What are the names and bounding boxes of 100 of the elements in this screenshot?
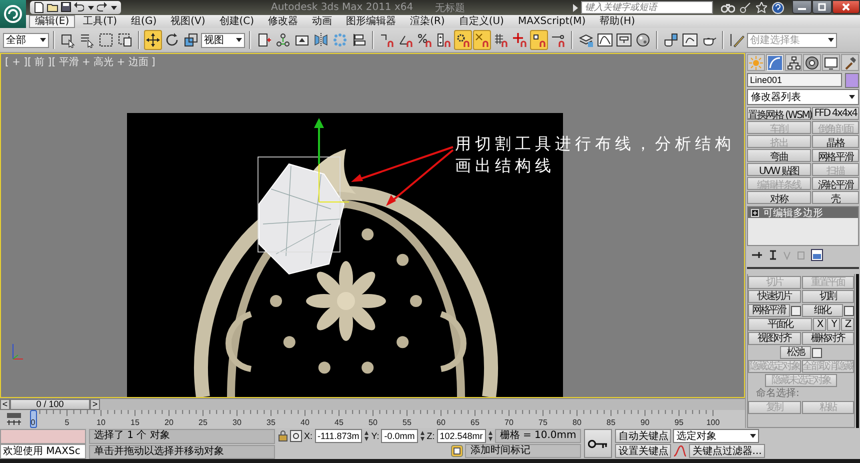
tool-button[interactable]: 切割 <box>802 290 854 303</box>
script-input-field[interactable] <box>0 429 86 444</box>
gear-magnet-button[interactable] <box>454 30 472 50</box>
time-slider-thumb[interactable]: 0 / 100 <box>10 399 90 410</box>
frame-number: 95 <box>674 418 684 427</box>
command-panel-tab[interactable] <box>822 54 840 71</box>
redo-icon[interactable] <box>97 2 107 13</box>
star-icon[interactable] <box>756 2 767 13</box>
modifier-button[interactable]: UVW 贴图 <box>747 163 811 176</box>
pipe-icon[interactable] <box>769 250 777 260</box>
move-gizmo[interactable] <box>314 118 350 202</box>
key-mode-dropdown[interactable]: 选定对象 <box>673 429 760 443</box>
move-button[interactable] <box>144 30 162 50</box>
menu-item[interactable]: 帮助(H) <box>594 15 642 28</box>
modifier-button[interactable]: 弯曲 <box>747 149 811 162</box>
pin-icon[interactable] <box>751 250 763 260</box>
binoculars-icon[interactable] <box>721 2 735 13</box>
menu-item[interactable]: 视图(V) <box>164 15 212 28</box>
target-square-icon[interactable] <box>290 430 302 442</box>
tool-button[interactable]: 快速切片 <box>748 290 800 303</box>
menu-item[interactable]: 工具(T) <box>77 15 124 28</box>
tool-button[interactable]: 平面化 <box>748 318 812 331</box>
new-file-icon[interactable] <box>34 2 44 13</box>
folder-icon[interactable] <box>47 2 58 13</box>
close-button[interactable] <box>832 0 860 14</box>
auto-key-button[interactable]: 自动关键点 <box>615 429 672 443</box>
selection-filter-dropdown[interactable]: 全部 <box>3 32 49 48</box>
menu-item[interactable]: 创建(C) <box>213 15 260 28</box>
modifier-button[interactable]: 壳 <box>812 191 859 204</box>
current-frame-marker <box>30 410 37 428</box>
z-coordinate-field[interactable]: 102.548mr <box>436 429 486 443</box>
menu-item[interactable]: MAXScript(M) <box>512 15 592 28</box>
next-frame-button[interactable]: > <box>90 399 100 410</box>
square-magnet-button[interactable] <box>530 30 548 50</box>
caret-icon[interactable] <box>87 4 94 12</box>
plus-magnet-button[interactable] <box>511 30 529 50</box>
tool-button[interactable]: 栅格对齐 <box>802 332 854 345</box>
caret-icon <box>848 93 855 101</box>
modifier-stack-item[interactable]: 可编辑多边形 <box>748 207 858 218</box>
scrollbar[interactable] <box>856 274 859 428</box>
tool-button[interactable]: 细化 <box>802 304 843 317</box>
caret-icon <box>827 36 834 44</box>
panel-config-icon[interactable] <box>811 249 823 261</box>
tool-button[interactable]: 视图对齐 <box>748 332 800 345</box>
menu-item[interactable]: 渲染(R) <box>404 15 451 28</box>
tool-button[interactable]: 松弛 <box>780 346 811 359</box>
modifier-button[interactable]: 晶格 <box>812 135 859 148</box>
tangent-curve-icon[interactable] <box>673 445 688 457</box>
object-name-field[interactable]: Line001 <box>747 73 842 87</box>
gear-magnet-icon <box>455 32 471 48</box>
save-icon[interactable] <box>61 2 71 13</box>
menu-item[interactable]: 图形编辑器 <box>340 15 402 28</box>
z-label: Z: <box>426 431 435 441</box>
key-filters-button[interactable]: 关键点过滤器... <box>689 444 765 458</box>
square-magnet-icon <box>531 32 547 48</box>
search-field[interactable]: 键入关键字或短语 <box>581 1 713 14</box>
lock-icon[interactable] <box>278 430 288 442</box>
frame-number: 100 <box>706 418 720 427</box>
modifier-button[interactable]: 涡轮平滑 <box>812 177 859 190</box>
app-logo-icon[interactable] <box>3 4 23 24</box>
x-coordinate-field[interactable]: -111.873m <box>314 429 362 443</box>
set-key-button[interactable] <box>584 429 612 458</box>
command-panel-tab[interactable] <box>803 54 822 71</box>
tool-button[interactable]: 网格平滑 <box>748 304 790 317</box>
tool-button[interactable]: X <box>813 318 826 331</box>
settings-button[interactable] <box>790 306 800 316</box>
object-color-swatch[interactable] <box>845 73 859 88</box>
menu-item[interactable]: 自定义(U) <box>452 15 510 28</box>
caret-icon[interactable] <box>110 4 117 12</box>
settings-button[interactable] <box>844 306 854 316</box>
minimize-button[interactable] <box>792 0 812 14</box>
frame-number: 70 <box>504 418 514 427</box>
key-icon[interactable] <box>740 2 751 13</box>
set-key-mode-button[interactable]: 设置关键点 <box>615 444 672 458</box>
undo-icon[interactable] <box>74 2 84 13</box>
caret-icon <box>749 432 756 440</box>
modifier-button[interactable]: FFD 4x4x4 <box>812 107 859 120</box>
time-slider-track[interactable]: < 0 / 100 > <box>0 399 745 410</box>
reference-coordinate-dropdown[interactable]: 视图 <box>201 32 245 48</box>
previous-frame-button[interactable]: < <box>0 399 10 410</box>
expand-arrow-icon[interactable] <box>573 4 578 12</box>
maximize-button[interactable] <box>812 0 832 14</box>
menu-item[interactable]: 修改器 <box>262 15 304 28</box>
settings-button[interactable] <box>812 348 822 358</box>
modifier-list-dropdown[interactable]: 修改器列表 <box>747 89 859 105</box>
faded-check-icon[interactable] <box>783 250 791 260</box>
command-panel-tab[interactable] <box>784 54 802 71</box>
tool-button[interactable]: Y <box>827 318 840 331</box>
modifier-button[interactable]: 置换网格 (WSM) <box>747 107 811 120</box>
modifier-button[interactable]: 网格平滑 <box>812 149 859 162</box>
time-tag-field[interactable]: 添加时间标记 <box>465 444 582 458</box>
menu-item[interactable]: 编辑(E) <box>29 15 76 28</box>
x-label: X: <box>304 431 313 441</box>
menu-item[interactable]: 组(G) <box>125 15 163 28</box>
modifier-button[interactable]: 对称 <box>747 191 811 204</box>
tool-button[interactable]: Z <box>841 318 854 331</box>
menu-item[interactable]: 动画 <box>306 15 338 28</box>
help-icon[interactable] <box>772 2 784 14</box>
time-tag-icon[interactable] <box>451 445 464 457</box>
y-coordinate-field[interactable]: -0.0mm <box>381 429 418 443</box>
